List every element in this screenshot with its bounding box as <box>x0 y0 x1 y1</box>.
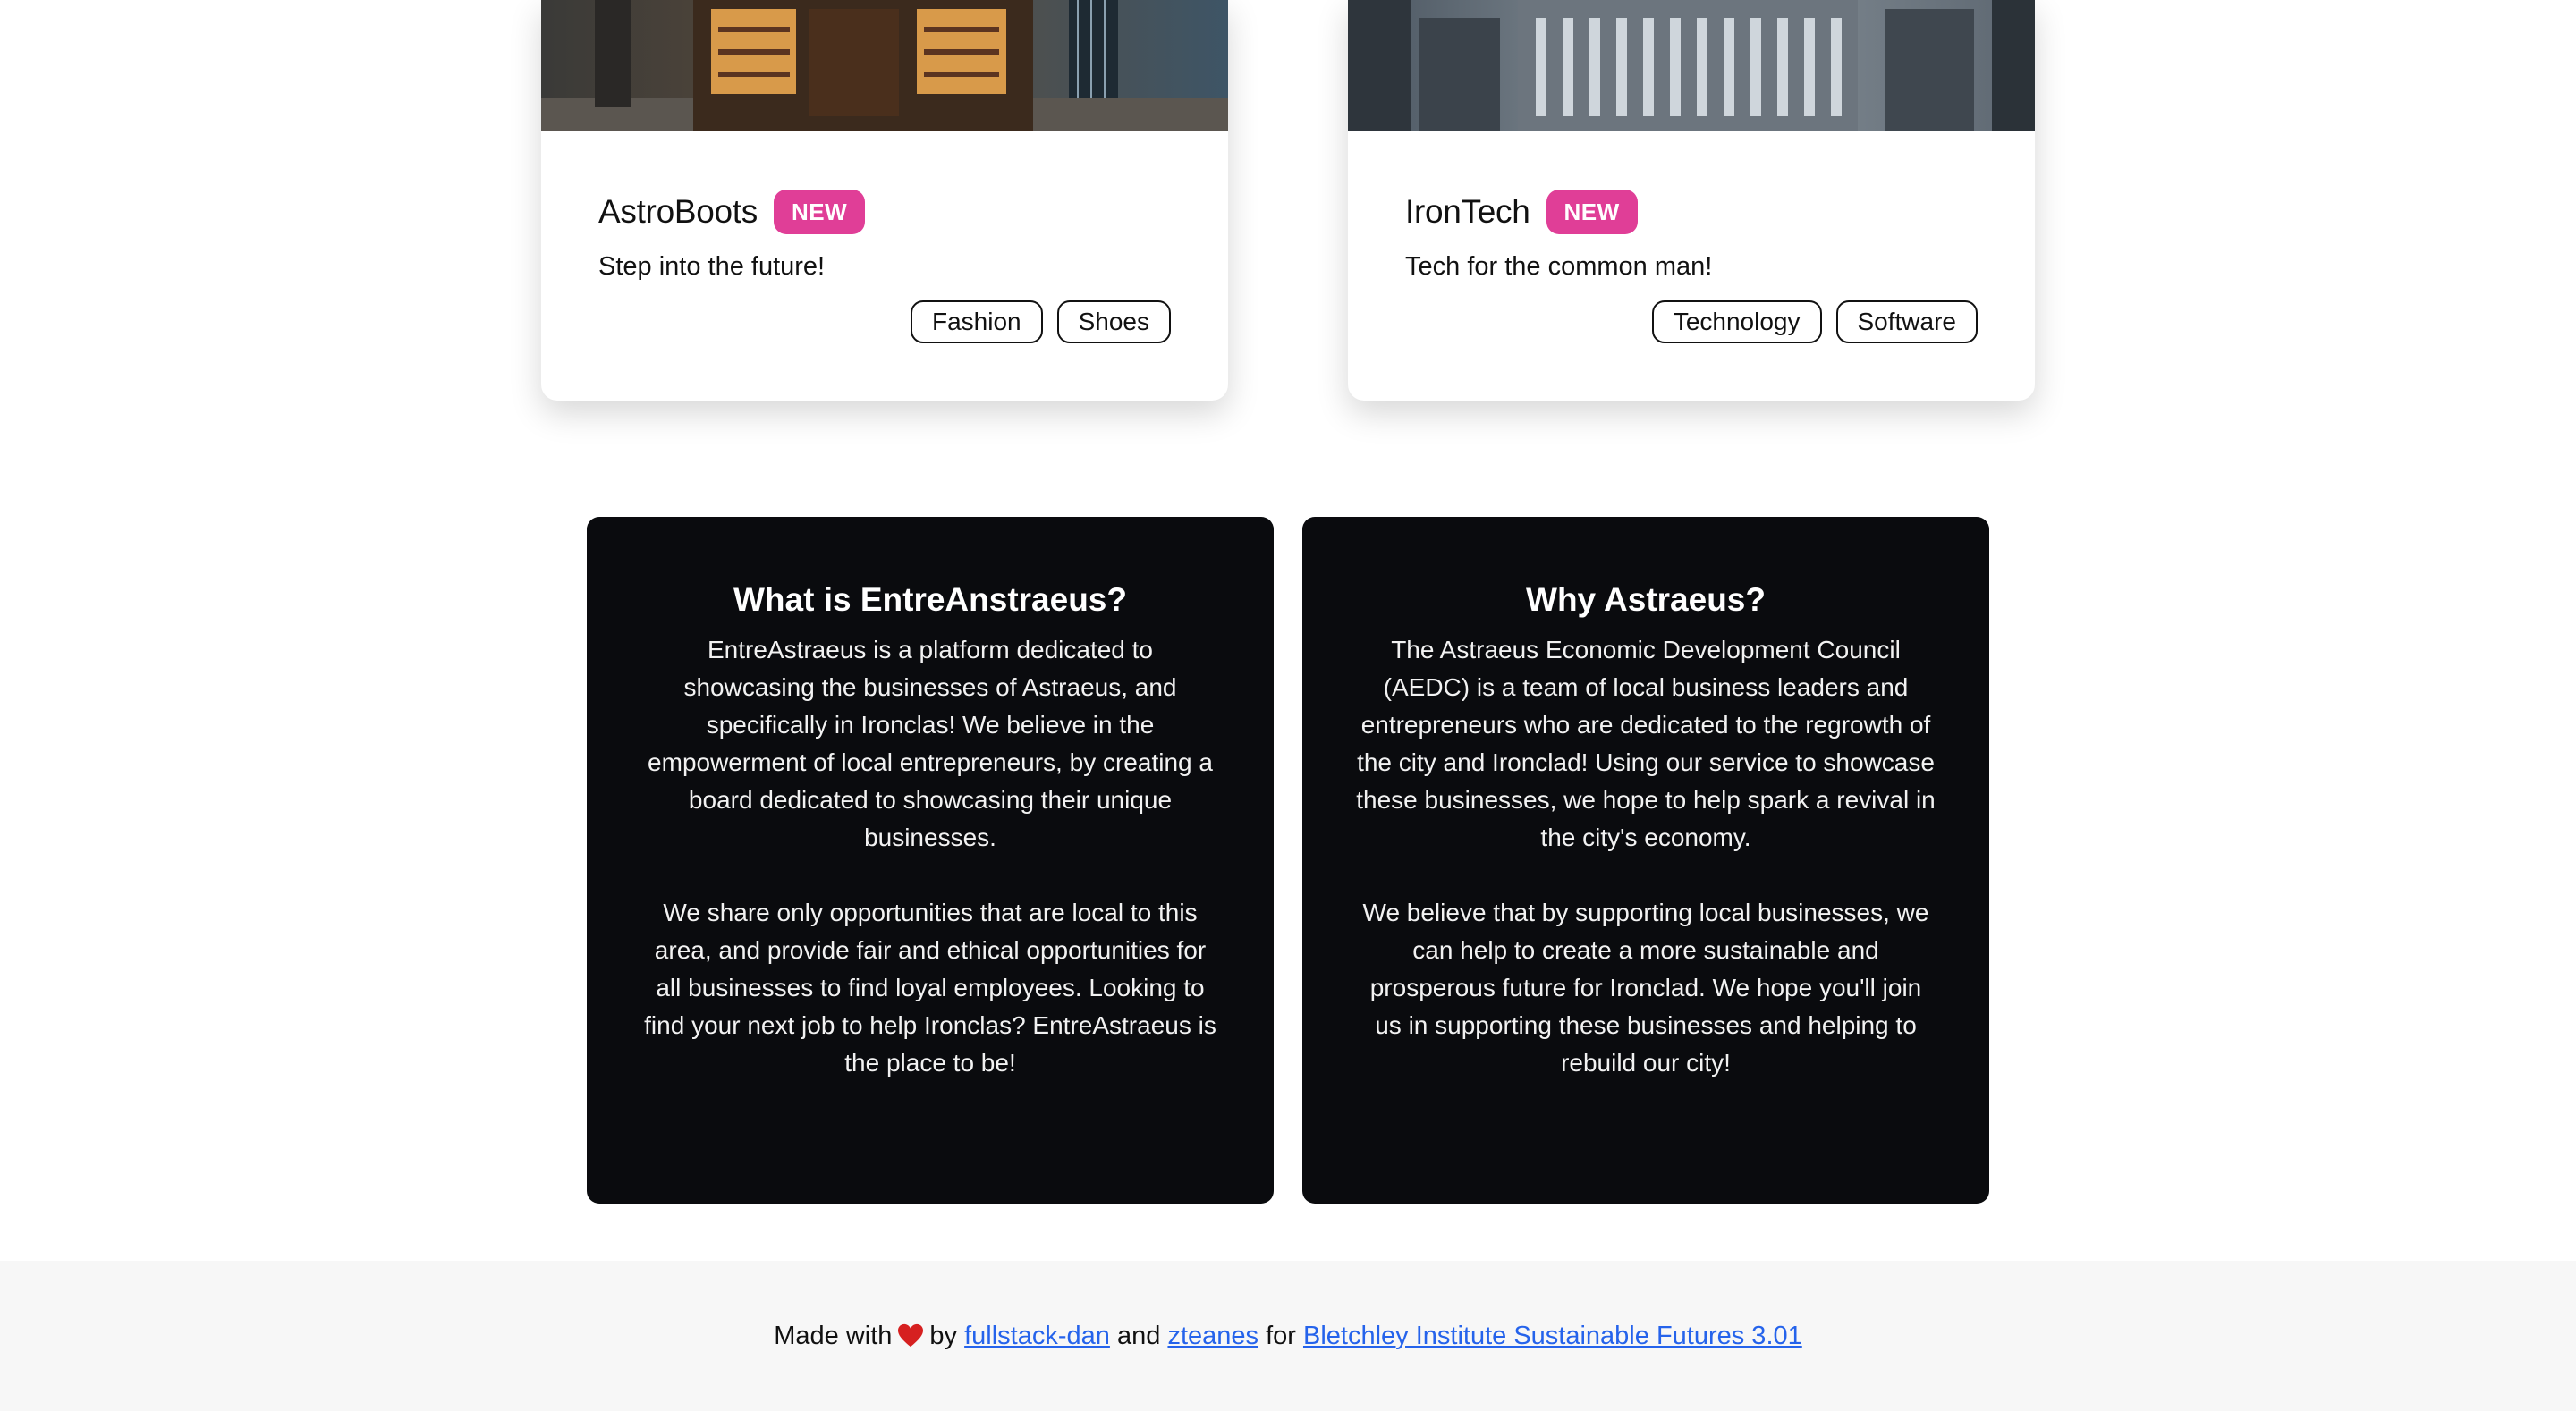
business-card-irontech[interactable]: IronTech NEW Tech for the common man! Te… <box>1348 0 2035 401</box>
footer-made-with: Made with <box>774 1321 893 1350</box>
card-body: IronTech NEW Tech for the common man! Te… <box>1405 131 1978 343</box>
new-badge: NEW <box>1546 190 1638 234</box>
about-panel: What is EntreAnstraeus? EntreAstraeus is… <box>587 517 1274 1204</box>
page: AstroBoots NEW Step into the future! Fas… <box>0 0 2576 1411</box>
panel-paragraph: We share only opportunities that are loc… <box>644 899 1216 1077</box>
business-description: Step into the future! <box>598 252 826 281</box>
tag-shoes[interactable]: Shoes <box>1056 300 1171 343</box>
panel-paragraph: The Astraeus Economic Development Counci… <box>1356 636 1936 851</box>
card-title-row: AstroBoots NEW <box>598 190 1171 234</box>
author-link-fullstack-dan[interactable]: fullstack-dan <box>964 1322 1110 1351</box>
footer-and: and <box>1116 1321 1161 1350</box>
card-body: AstroBoots NEW Step into the future! Fas… <box>598 131 1171 343</box>
business-image-irontech <box>1348 0 2035 131</box>
panel-paragraph: We believe that by supporting local busi… <box>1362 899 1929 1077</box>
tag-list: Technology Software <box>1405 300 1978 343</box>
tag-software[interactable]: Software <box>1835 300 1978 343</box>
panel-paragraph: EntreAstraeus is a platform dedicated to… <box>648 636 1213 851</box>
tag-technology[interactable]: Technology <box>1651 300 1822 343</box>
tag-list: Fashion Shoes <box>598 300 1171 343</box>
heart-icon <box>898 1323 924 1348</box>
footer-for: for <box>1266 1321 1296 1350</box>
why-astraeus-panel: Why Astraeus? The Astraeus Economic Deve… <box>1302 517 1989 1204</box>
business-card-astroboots[interactable]: AstroBoots NEW Step into the future! Fas… <box>541 0 1228 401</box>
panel-title: Why Astraeus? <box>1526 581 1766 618</box>
event-link[interactable]: Bletchley Institute Sustainable Futures … <box>1303 1322 1802 1351</box>
tag-fashion[interactable]: Fashion <box>910 300 1043 343</box>
business-name: AstroBoots <box>598 193 758 230</box>
footer-by: by <box>929 1321 958 1350</box>
panel-title: What is EntreAnstraeus? <box>733 581 1127 618</box>
business-description: Tech for the common man! <box>1405 252 1713 281</box>
author-link-zteanes[interactable]: zteanes <box>1167 1322 1258 1351</box>
footer: Made with by fullstack-dan and zteanes f… <box>0 1261 2576 1411</box>
card-title-row: IronTech NEW <box>1405 190 1978 234</box>
business-name: IronTech <box>1405 193 1530 230</box>
new-badge: NEW <box>773 190 866 234</box>
business-image-astroboots <box>541 0 1228 131</box>
